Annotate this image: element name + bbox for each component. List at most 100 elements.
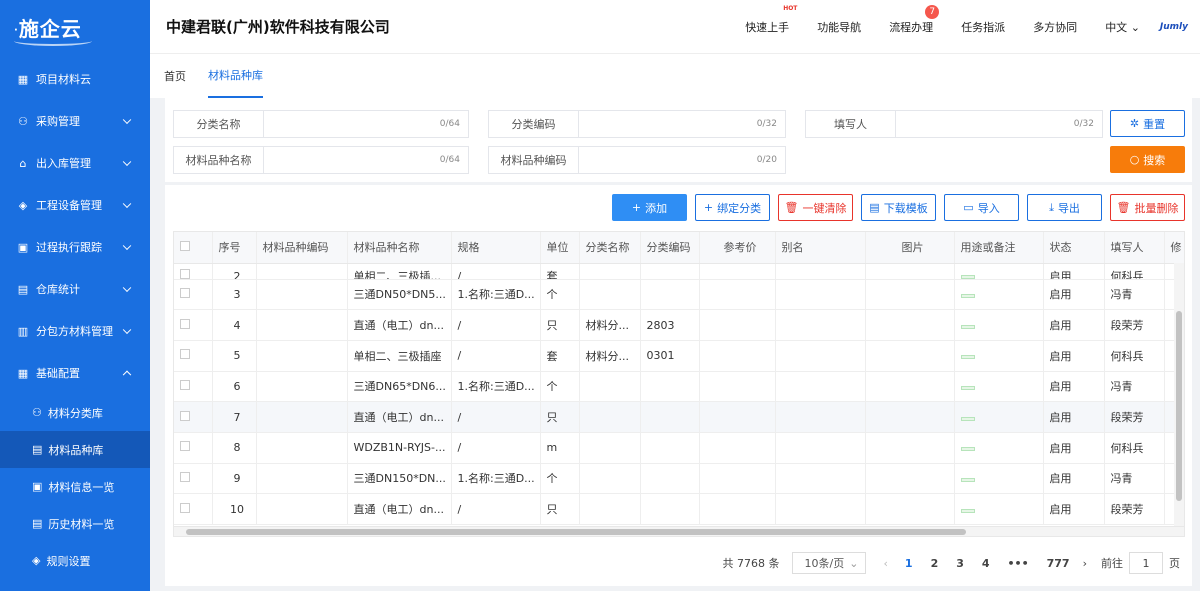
tab-home[interactable]: 首页	[164, 54, 186, 98]
page-unit-label: 页	[1169, 557, 1180, 570]
row-checkbox[interactable]	[174, 493, 213, 525]
col-unit: 单位	[540, 232, 580, 264]
reset-button[interactable]: ✲ 重置	[1110, 110, 1185, 137]
next-page-icon[interactable]: ›	[1083, 557, 1087, 570]
trash-icon: 🗑	[1116, 201, 1131, 214]
table-row[interactable]: 7 直通（电工）dn... / 只 启用 段荣芳	[174, 401, 1184, 433]
table-cell: 段荣芳	[1104, 309, 1165, 341]
goto-input[interactable]: 1	[1129, 552, 1163, 574]
row-checkbox[interactable]	[174, 371, 213, 403]
sidebar-item-3[interactable]: ◈ 工程设备管理	[0, 184, 150, 226]
search-icon: ○	[1129, 153, 1140, 166]
nav-process[interactable]: 流程办理 7	[889, 5, 940, 35]
row-checkbox[interactable]	[174, 263, 213, 280]
table-row[interactable]: 5 单相二、三极插座 / 套材料分... 0301 启用 何科兵	[174, 340, 1184, 372]
nav-function-guide[interactable]: 功能导航	[817, 19, 861, 35]
sidebar-item-7[interactable]: ▦ 基础配置	[0, 352, 150, 394]
language-select[interactable]: 中文 ⌄	[1105, 19, 1140, 35]
table-row[interactable]: 2 单相二、三极插... / 套 启用 何科兵	[174, 263, 1184, 280]
table-row[interactable]: 3 三通DN50*DN5... 1.名称:三通D... 个 启用 冯青	[174, 279, 1184, 311]
table-row[interactable]: 9 三通DN150*DN... 1.名称:三通D... 个 启用 冯青	[174, 463, 1184, 495]
sidebar-subitem-4[interactable]: ◈ 规则设置	[0, 542, 150, 579]
table-cell: 7	[212, 401, 257, 433]
row-checkbox[interactable]	[174, 340, 213, 372]
clear-all-button[interactable]: 🗑 一键清除	[778, 194, 853, 221]
table-row[interactable]: 8 WDZB1N-RYJS-... / m 启用 何科兵	[174, 432, 1184, 464]
select-all-checkbox[interactable]	[174, 232, 213, 264]
table-cell	[579, 401, 641, 433]
add-button[interactable]: + 添加	[612, 194, 687, 221]
col-variety-name: 材料品种名称	[347, 232, 452, 264]
page-ellipsis[interactable]: •••	[1008, 557, 1029, 570]
col-edit: 修	[1164, 232, 1184, 264]
download-template-button[interactable]: ▤ 下载模板	[861, 194, 936, 221]
bind-category-button[interactable]: + 绑定分类	[695, 194, 770, 221]
sidebar-item-6[interactable]: ▥ 分包方材料管理	[0, 310, 150, 352]
chevron-down-icon	[122, 157, 132, 167]
logo[interactable]: ·施企云	[0, 0, 150, 58]
table-cell	[256, 263, 348, 280]
sidebar-item-1[interactable]: ⚇ 采购管理	[0, 100, 150, 142]
horizontal-scrollbar[interactable]	[174, 526, 1184, 536]
row-checkbox[interactable]	[174, 279, 213, 311]
table-cell	[256, 432, 348, 464]
import-button[interactable]: ▭ 导入	[944, 194, 1019, 221]
table-row[interactable]: 4 直通（电工）dn... / 只材料分... 2803 启用 段荣芳	[174, 309, 1184, 341]
sidebar-item-label: 项目材料云	[36, 73, 91, 86]
class-code-field[interactable]: 分类编码 0/32	[488, 110, 786, 138]
sidebar-subitem-label: 材料品种库	[48, 443, 104, 457]
table-cell: 材料分...	[579, 340, 641, 372]
sidebar-item-2[interactable]: ⌂ 出入库管理	[0, 142, 150, 184]
sidebar-item-0[interactable]: ▦ 项目材料云	[0, 58, 150, 100]
grid-icon: ▦	[17, 72, 29, 86]
table-row[interactable]: 6 三通DN65*DN6... 1.名称:三通D... 个 启用 冯青	[174, 371, 1184, 403]
page-2[interactable]: 2	[931, 557, 939, 570]
sidebar-subitem-3[interactable]: ▤ 历史材料一览	[0, 505, 150, 542]
row-checkbox[interactable]	[174, 432, 213, 464]
page-1[interactable]: 1	[905, 557, 913, 570]
variety-name-field[interactable]: 材料品种名称 0/64	[173, 146, 469, 174]
col-variety-code: 材料品种编码	[256, 232, 348, 264]
table-cell: 启用	[1043, 371, 1105, 403]
org-icon: ⚇	[18, 114, 28, 128]
sidebar-subitem-2[interactable]: ▣ 材料信息一览	[0, 468, 150, 505]
col-remark: 用途或备注	[954, 232, 1044, 264]
search-button[interactable]: ○ 搜索	[1110, 146, 1185, 173]
table-cell	[954, 309, 1044, 341]
sidebar-item-5[interactable]: ▤ 仓库统计	[0, 268, 150, 310]
row-checkbox[interactable]	[174, 309, 213, 341]
filler-field[interactable]: 填写人 0/32	[805, 110, 1103, 138]
table-cell: 4	[212, 309, 257, 341]
prev-page-icon[interactable]: ‹	[884, 557, 888, 570]
page-4[interactable]: 4	[982, 557, 990, 570]
table-cell: 单相二、三极插...	[347, 263, 452, 280]
page-3[interactable]: 3	[956, 557, 964, 570]
table-cell	[954, 340, 1044, 372]
bar-icon: ▥	[17, 324, 29, 338]
class-name-field[interactable]: 分类名称 0/64	[173, 110, 469, 138]
row-checkbox[interactable]	[174, 401, 213, 433]
vertical-scrollbar[interactable]	[1174, 263, 1184, 528]
table-cell	[954, 432, 1044, 464]
row-checkbox[interactable]	[174, 463, 213, 495]
chevron-down-icon: ⌄	[1130, 21, 1140, 34]
table-cell	[954, 371, 1044, 403]
variety-code-field[interactable]: 材料品种编码 0/20	[488, 146, 786, 174]
sidebar-item-label: 采购管理	[36, 115, 80, 128]
sidebar-subitem-1[interactable]: ▤ 材料品种库	[0, 431, 150, 468]
table-cell	[775, 401, 866, 433]
sidebar-subitem-0[interactable]: ⚇ 材料分类库	[0, 394, 150, 431]
export-button[interactable]: ⤓ 导出	[1027, 194, 1102, 221]
sidebar-item-4[interactable]: ▣ 过程执行跟踪	[0, 226, 150, 268]
batch-delete-button[interactable]: 🗑 批量删除	[1110, 194, 1185, 221]
nav-task-assign[interactable]: 任务指派	[961, 19, 1005, 35]
toolbar: + 添加 + 绑定分类 🗑 一键清除 ▤ 下载模板 ▭ 导入 ⤓ 导出 🗑 批量删除	[165, 182, 1192, 231]
tab-material-variety[interactable]: 材料品种库	[208, 54, 263, 98]
submenu-icon: ▤	[32, 517, 43, 530]
nav-quick-start[interactable]: 快速上手 HOT	[745, 5, 797, 35]
table-cell	[865, 371, 955, 403]
page-777[interactable]: 777	[1047, 557, 1070, 570]
page-size-select[interactable]: 10条/页 ⌄	[791, 552, 866, 574]
nav-collaboration[interactable]: 多方协同	[1033, 19, 1077, 35]
table-row[interactable]: 10 直通（电工）dn... / 只 启用 段荣芳	[174, 493, 1184, 525]
